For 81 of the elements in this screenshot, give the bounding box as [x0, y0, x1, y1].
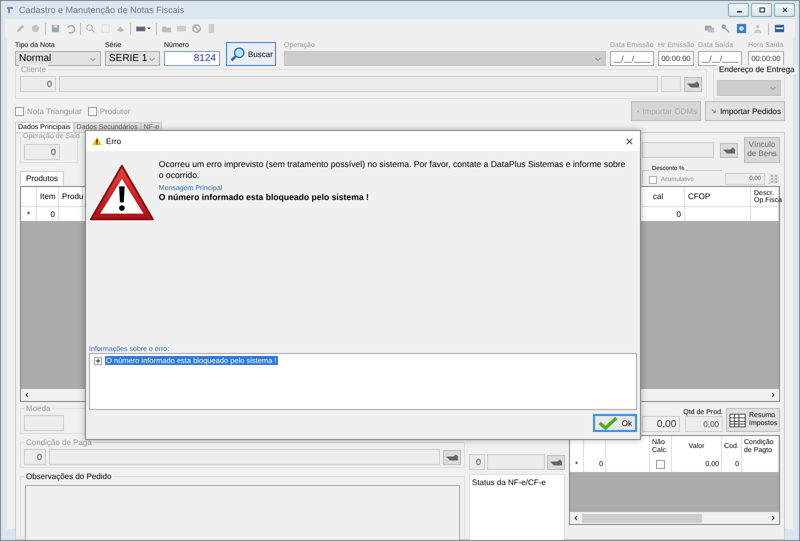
magnifier-icon[interactable] [85, 23, 96, 34]
window-title: Cadastro e Manutenção de Notas Fiscais [19, 5, 184, 15]
input-field[interactable]: 0,00 [685, 416, 723, 432]
dialog-title: Erro [106, 136, 122, 146]
search-icon [229, 46, 246, 62]
input-field[interactable]: 0 [20, 76, 56, 92]
group-label: Condição de Paga [24, 438, 94, 447]
circle-icon[interactable] [30, 23, 41, 34]
lookup-button[interactable] [547, 454, 565, 470]
chevron-down-icon [769, 84, 777, 92]
pencil-icon[interactable] [15, 23, 26, 34]
input-field[interactable]: 0 [469, 454, 485, 470]
column-header: Item [37, 187, 59, 206]
calculator-icon[interactable] [768, 173, 780, 185]
close-button[interactable] [774, 3, 795, 17]
column-header: CFOP [685, 187, 751, 206]
monitor-icon[interactable] [736, 23, 747, 34]
input-field[interactable]: 0 [24, 449, 46, 465]
save-icon[interactable] [50, 23, 61, 34]
input-field[interactable] [642, 142, 714, 158]
dropdown[interactable]: Normal [15, 51, 101, 66]
checkbox[interactable] [656, 460, 665, 469]
close-icon [780, 5, 790, 15]
app-icon [5, 5, 15, 15]
windows-icon[interactable] [704, 23, 715, 34]
table-cell: 0 [645, 207, 685, 221]
group-label: Moeda [24, 404, 52, 413]
group-label: Observações do Pedido [24, 472, 114, 481]
hand-icon [445, 452, 459, 462]
minimize-button[interactable] [728, 3, 749, 17]
main-message: O número informado esta bloqueado pelo sistema ! [158, 192, 370, 202]
table-icon [729, 412, 747, 428]
scroll-right-icon[interactable] [769, 391, 777, 399]
document-icon[interactable] [206, 23, 217, 34]
warning-icon [89, 163, 155, 223]
group-label: Endereço de Entrega [717, 65, 797, 74]
group-label: Cliente [19, 65, 48, 74]
user-icon[interactable] [752, 23, 763, 34]
scroll-left-icon[interactable] [572, 514, 580, 522]
maximize-icon [756, 5, 766, 15]
lookup-button[interactable] [720, 142, 738, 158]
input-field[interactable] [49, 449, 440, 465]
scroll-left-icon[interactable] [23, 391, 31, 399]
panel-title: Status da NF-e/CF-e [472, 478, 546, 487]
text-area[interactable] [25, 485, 460, 540]
hand-icon [549, 456, 563, 468]
input-field[interactable] [24, 415, 64, 431]
error-message: Ocorreu um erro imprevisto (sem tratamento possível) no sistema. Por favor, contate a DataPlus Sistemas e informe sobre o ocorrido. [158, 159, 626, 182]
input-field[interactable] [487, 454, 545, 470]
column-header: Produ [59, 187, 83, 206]
close-icon[interactable] [625, 136, 634, 146]
import-icon [709, 105, 718, 117]
input-field[interactable] [661, 76, 681, 92]
prohibited-icon[interactable] [191, 23, 202, 34]
tab[interactable]: Produtos [20, 171, 64, 185]
lookup-button[interactable] [443, 450, 461, 464]
grid-icon[interactable] [100, 23, 111, 34]
table-cell: 0 [37, 207, 59, 221]
key-icon[interactable] [720, 23, 731, 34]
import-button[interactable]: Importar Pedidos [705, 101, 785, 121]
hand-icon [722, 144, 736, 156]
scrollbar-thumb[interactable] [582, 514, 702, 522]
expand-icon[interactable] [94, 356, 102, 364]
undo-icon[interactable] [65, 23, 76, 34]
lookup-button[interactable] [684, 76, 702, 92]
dropdown[interactable] [284, 51, 606, 66]
warning-icon [92, 136, 102, 146]
input-field[interactable] [59, 76, 658, 92]
dropdown[interactable] [717, 80, 781, 96]
maximize-button[interactable] [751, 3, 772, 17]
hand-icon [686, 78, 700, 90]
input-field[interactable]: 0,00 [642, 416, 680, 432]
ok-button[interactable]: Ok [593, 414, 637, 432]
checkmark-icon [598, 416, 618, 430]
input-field[interactable]: 8124 [164, 51, 220, 66]
search-button[interactable]: Buscar [226, 42, 276, 66]
dropdown[interactable]: SERIE 1 [105, 51, 160, 66]
input-field[interactable]: 0 [24, 144, 60, 160]
panel-icon[interactable] [774, 23, 785, 34]
scroll-right-icon[interactable] [769, 514, 777, 522]
column-header: cal [645, 187, 685, 206]
